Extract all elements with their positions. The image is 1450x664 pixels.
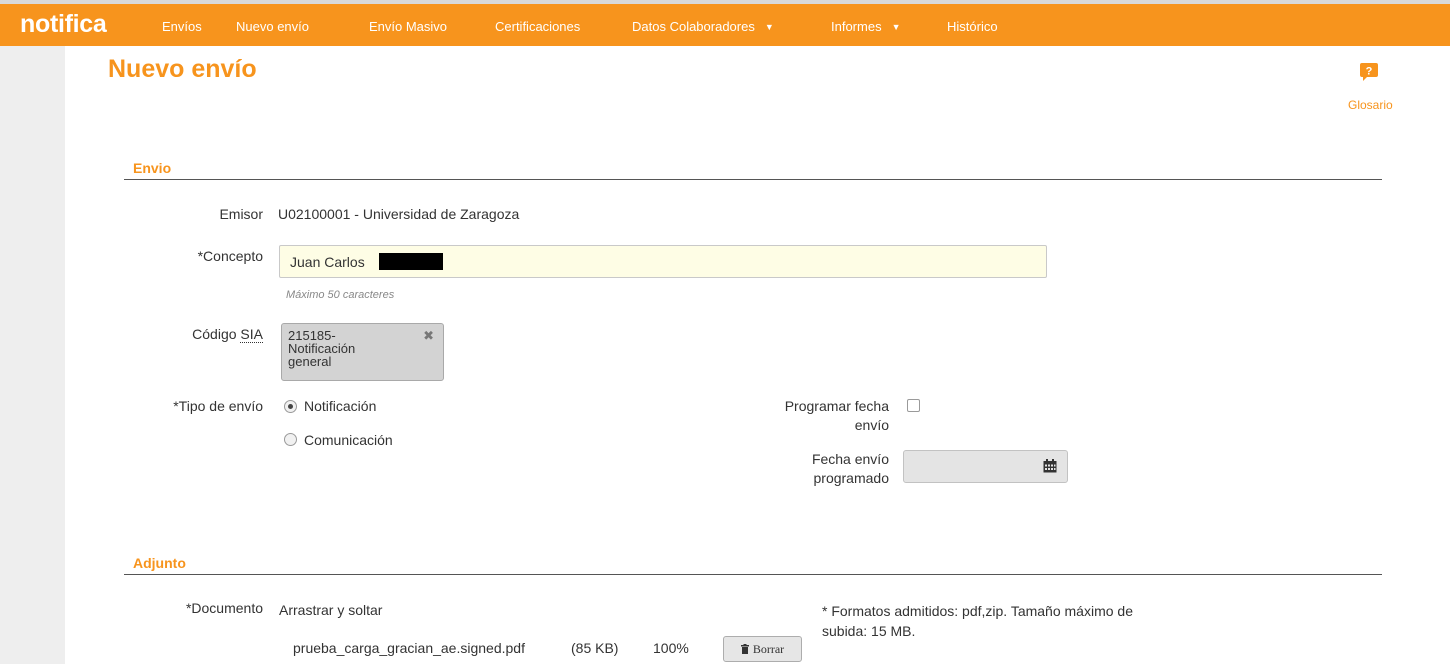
question-icon[interactable]: ? — [1359, 62, 1379, 82]
upload-progress: 100% — [653, 640, 689, 656]
documento-label: *Documento — [185, 600, 263, 616]
top-navbar: notifica Envíos Nuevo envío Envío Masivo… — [0, 0, 1450, 46]
radio-notificacion-label: Notificación — [304, 398, 377, 414]
borrar-button[interactable]: Borrar — [723, 636, 802, 662]
close-icon[interactable]: ✖ — [423, 329, 434, 342]
emisor-value: U02100001 - Universidad de Zaragoza — [278, 206, 520, 222]
programar-fecha-label-line2: envío — [854, 417, 889, 433]
section-title-adjunto: Adjunto — [133, 555, 186, 571]
radio-notificacion[interactable] — [284, 400, 297, 413]
nav-envio-masivo[interactable]: Envío Masivo — [369, 19, 447, 35]
programar-fecha-label-line1: Programar fecha — [784, 398, 889, 414]
programar-fecha-checkbox[interactable] — [907, 399, 920, 412]
radio-comunicacion[interactable] — [284, 433, 297, 446]
codigo-sia-label: Código SIA — [160, 326, 263, 343]
left-sidebar — [0, 46, 65, 664]
svg-text:?: ? — [1366, 66, 1373, 78]
glosario-link[interactable]: Glosario — [1348, 98, 1393, 112]
trash-icon — [740, 644, 749, 654]
nav-historico[interactable]: Histórico — [947, 19, 998, 35]
nav-envios[interactable]: Envíos — [162, 19, 202, 35]
sia-value: 215185-Notificación general — [288, 328, 356, 369]
drop-zone-text[interactable]: Arrastrar y soltar — [279, 602, 382, 618]
radio-comunicacion-label: Comunicación — [304, 432, 393, 448]
nav-informes[interactable]: Informes ▼ — [831, 19, 901, 36]
file-name: prueba_carga_gracian_ae.signed.pdf — [293, 640, 525, 656]
page-title: Nuevo envío — [108, 55, 257, 83]
fecha-envio-label: Fecha envío programado — [755, 450, 889, 488]
redaction-mark — [379, 253, 443, 270]
calendar-icon[interactable] — [1043, 459, 1057, 473]
nav-nuevo-envio[interactable]: Nuevo envío — [236, 19, 309, 35]
emisor-label: Emisor — [219, 206, 263, 222]
formats-note-line1: * Formatos admitidos: pdf,zip. Tamaño má… — [822, 603, 1133, 619]
brand-logo[interactable]: notifica — [20, 11, 107, 37]
fecha-envio-input[interactable] — [903, 450, 1068, 483]
concepto-hint: Máximo 50 caracteres — [286, 289, 395, 301]
formats-note-line2: subida: 15 MB. — [822, 623, 916, 639]
fecha-envio-label-line2: programado — [813, 470, 890, 486]
tipo-envio-label: *Tipo de envío — [173, 398, 263, 414]
section-divider — [124, 179, 1382, 180]
programar-fecha-label: Programar fecha envío — [755, 397, 889, 435]
navbar-top-border — [0, 0, 1450, 4]
formats-note: * Formatos admitidos: pdf,zip. Tamaño má… — [822, 601, 1133, 641]
section-title-envio: Envio — [133, 160, 172, 176]
file-size: (85 KB) — [571, 640, 619, 656]
sia-selected-tag[interactable]: 215185-Notificación general ✖ — [281, 323, 444, 381]
nav-certificaciones[interactable]: Certificaciones — [495, 19, 580, 35]
fecha-envio-label-line1: Fecha envío — [811, 451, 889, 467]
chevron-down-icon: ▼ — [891, 22, 901, 32]
concepto-label: *Concepto — [197, 248, 263, 264]
nav-datos-colaboradores[interactable]: Datos Colaboradores ▼ — [632, 19, 774, 36]
codigo-sia-label-text: Código — [192, 326, 241, 342]
chevron-down-icon: ▼ — [764, 22, 774, 32]
sia-abbreviation: SIA — [240, 326, 263, 343]
nav-datos-colaboradores-label: Datos Colaboradores — [632, 19, 755, 34]
nav-informes-label: Informes — [831, 19, 882, 34]
borrar-label: Borrar — [752, 641, 785, 656]
section-divider — [124, 574, 1382, 575]
